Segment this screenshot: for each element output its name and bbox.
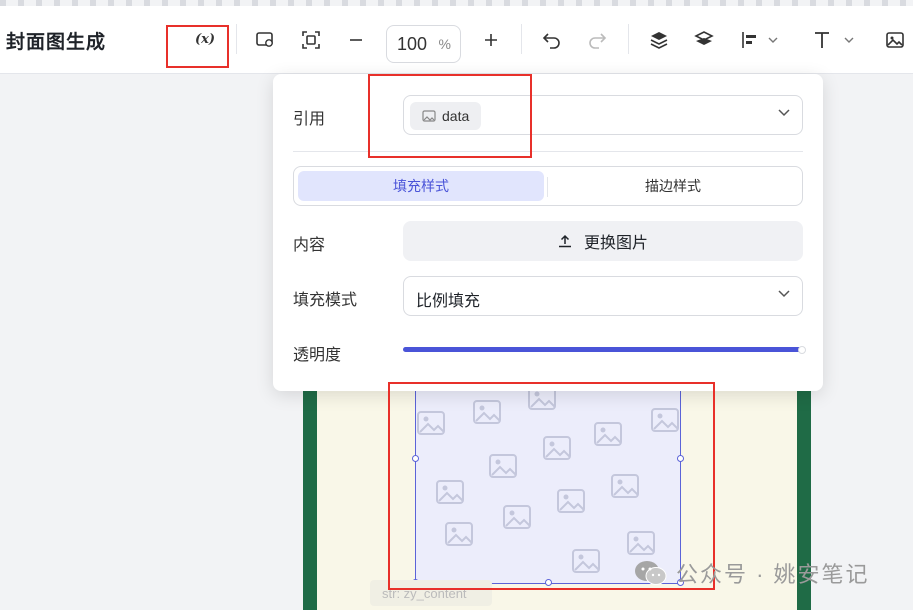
toolbar-divider xyxy=(521,24,522,54)
image-properties-panel: 引用 data 填充样式 描边样式 内容 更换图片 填充模式 比例填充 透明度 xyxy=(273,74,823,391)
fill-mode-select[interactable]: 比例填充 xyxy=(403,276,803,316)
highlight-box xyxy=(166,25,229,68)
opacity-slider[interactable] xyxy=(403,347,803,352)
fill-mode-label: 填充模式 xyxy=(293,292,358,309)
undo-icon[interactable] xyxy=(541,29,563,51)
content-label: 内容 xyxy=(293,237,326,254)
tab-divider xyxy=(547,177,548,197)
redo-icon[interactable] xyxy=(586,29,608,51)
zoom-input[interactable]: 100 % xyxy=(386,25,461,63)
frame-icon[interactable] xyxy=(254,29,276,51)
text-icon[interactable] xyxy=(811,29,833,51)
replace-image-label: 更换图片 xyxy=(583,235,648,252)
opacity-label: 透明度 xyxy=(293,347,342,364)
style-tabs: 填充样式 描边样式 xyxy=(293,166,803,206)
toolbar-divider xyxy=(628,24,629,54)
replace-image-button[interactable]: 更换图片 xyxy=(403,221,803,261)
toolbar: 封面图生成 (x) 100 % xyxy=(0,6,913,74)
highlight-box xyxy=(368,74,532,158)
wechat-icon xyxy=(635,561,667,585)
toolbar-divider xyxy=(236,24,237,54)
layer-down-icon[interactable] xyxy=(693,29,715,51)
chevron-down-icon[interactable] xyxy=(842,33,856,47)
watermark-text: 公众号 · 姚安笔记 xyxy=(676,562,870,587)
tab-stroke-style[interactable]: 描边样式 xyxy=(550,171,796,201)
tab-fill-style[interactable]: 填充样式 xyxy=(298,171,544,201)
page-title: 封面图生成 xyxy=(6,32,107,53)
zoom-value: 100 xyxy=(397,33,428,54)
layer-up-icon[interactable] xyxy=(648,29,670,51)
chevron-down-icon[interactable] xyxy=(766,33,780,47)
zoom-unit: % xyxy=(438,36,451,52)
image-icon[interactable] xyxy=(884,29,906,51)
opacity-slider-thumb[interactable] xyxy=(798,346,806,354)
zoom-out-icon[interactable] xyxy=(345,29,367,51)
fill-mode-value: 比例填充 xyxy=(416,293,481,310)
align-icon[interactable] xyxy=(739,29,761,51)
reference-label: 引用 xyxy=(293,111,326,128)
fit-screen-icon[interactable] xyxy=(300,29,322,51)
watermark: 公众号 · 姚安笔记 xyxy=(634,557,870,589)
upload-icon xyxy=(558,234,571,248)
zoom-in-icon[interactable] xyxy=(480,29,502,51)
chevron-down-icon xyxy=(778,109,790,117)
chevron-down-icon xyxy=(778,290,790,298)
